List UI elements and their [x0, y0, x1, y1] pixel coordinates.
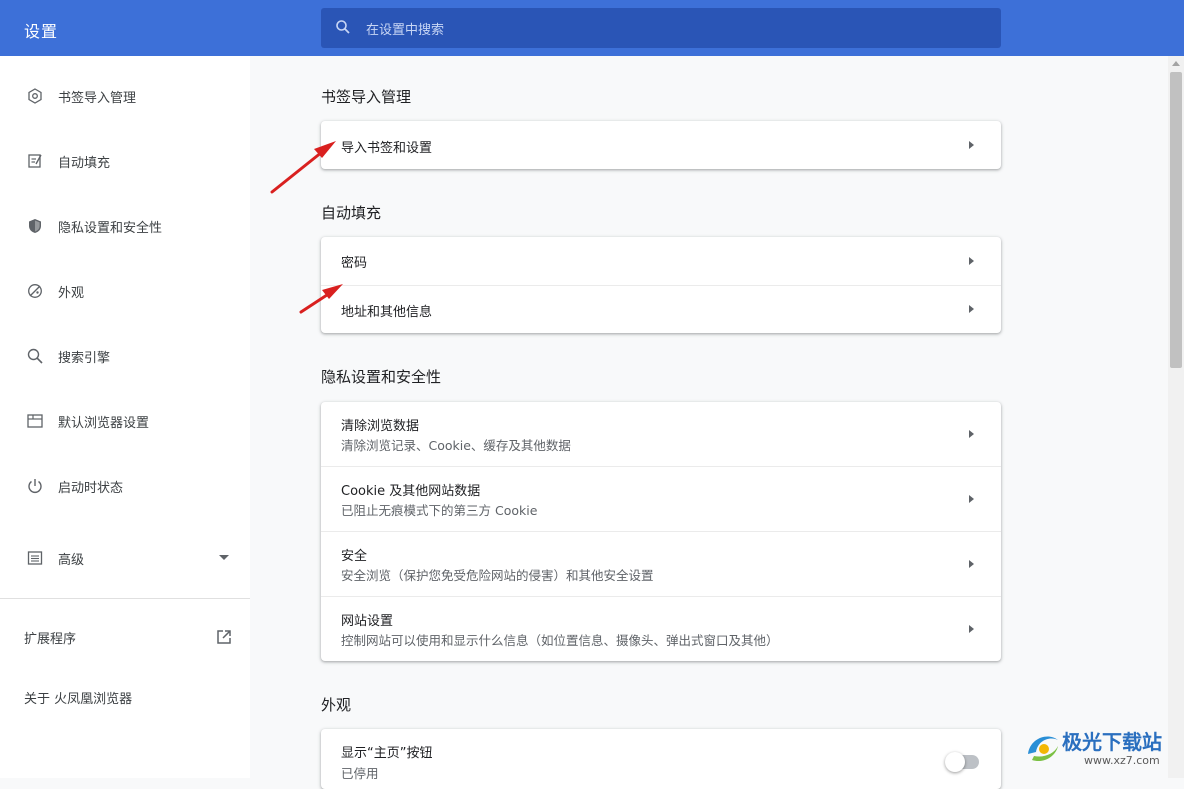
row-title: 清除浏览数据: [341, 419, 420, 434]
open-external-icon[interactable]: [215, 628, 233, 646]
app-header: 设置 在设置中搜索: [0, 0, 1184, 56]
row-security[interactable]: 安全 安全浏览（保护您免受危险网站的侵害）和其他安全设置: [321, 531, 1001, 596]
row-show-home-button[interactable]: 显示“主页”按钮 已停用: [321, 729, 1001, 789]
sidebar-item-label: 搜索引擎: [58, 351, 111, 366]
row-subtitle: 已停用: [341, 766, 379, 781]
shield-icon: [29, 219, 41, 233]
sidebar-item-label: 启动时状态: [58, 481, 124, 496]
search-placeholder: 在设置中搜索: [366, 23, 445, 38]
chevron-right-icon: [969, 495, 974, 503]
palette-icon: [28, 284, 42, 298]
settings-main: 书签导入管理 导入书签和设置 自动填充 密码 地址和其他信息 隐私设置和安全性 …: [250, 56, 1168, 789]
row-title: 密码: [341, 256, 368, 271]
chevron-down-icon[interactable]: [219, 555, 229, 560]
edit-note-icon: [28, 154, 42, 168]
row-passwords[interactable]: 密码: [321, 237, 1001, 285]
chevron-right-icon: [969, 305, 974, 313]
search-input[interactable]: 在设置中搜索: [321, 8, 1001, 48]
sidebar-item-bookmarks[interactable]: 书签导入管理: [0, 76, 250, 116]
watermark-url: www.xz7.com: [1084, 754, 1160, 767]
row-subtitle: 已阻止无痕模式下的第三方 Cookie: [341, 503, 538, 518]
row-subtitle: 控制网站可以使用和显示什么信息（如位置信息、摄像头、弹出式窗口及其他）: [341, 633, 779, 648]
sidebar-item-default-browser[interactable]: 默认浏览器设置: [0, 401, 250, 441]
search-icon: [27, 348, 43, 364]
row-subtitle: 安全浏览（保护您免受危险网站的侵害）和其他安全设置: [341, 568, 654, 583]
sidebar-item-startup[interactable]: 启动时状态: [0, 466, 250, 506]
sidebar-item-privacy[interactable]: 隐私设置和安全性: [0, 206, 250, 246]
row-title: 安全: [341, 549, 368, 564]
card-bookmarks: 导入书签和设置: [321, 121, 1001, 169]
browser-window-icon: [27, 414, 43, 428]
sidebar-item-label: 书签导入管理: [58, 91, 137, 106]
gear-outline-icon: [28, 88, 42, 104]
scrollbar[interactable]: [1168, 56, 1184, 778]
card-privacy: 清除浏览数据 清除浏览记录、Cookie、缓存及其他数据 Cookie 及其他网…: [321, 402, 1001, 661]
sidebar-item-label: 隐私设置和安全性: [58, 221, 163, 236]
row-site-settings[interactable]: 网站设置 控制网站可以使用和显示什么信息（如位置信息、摄像头、弹出式窗口及其他）: [321, 596, 1001, 661]
watermark-text: 极光下载站: [1062, 730, 1162, 754]
sidebar-divider: [0, 598, 250, 599]
chevron-right-icon: [969, 141, 974, 149]
toggle-knob: [945, 752, 965, 772]
scrollbar-thumb[interactable]: [1170, 72, 1182, 368]
home-button-toggle[interactable]: [945, 752, 979, 772]
chevron-right-icon: [969, 625, 974, 633]
sidebar-item-label: 高级: [58, 553, 85, 568]
chevron-right-icon: [969, 257, 974, 265]
row-title: 网站设置: [341, 614, 394, 629]
section-title-privacy: 隐私设置和安全性: [321, 368, 442, 386]
section-title-autofill: 自动填充: [321, 204, 382, 222]
list-icon: [27, 551, 43, 565]
scroll-up-icon[interactable]: [1172, 61, 1180, 66]
sidebar-item-label: 外观: [58, 286, 85, 301]
row-title: 显示“主页”按钮: [341, 746, 433, 761]
row-title: 地址和其他信息: [341, 305, 433, 320]
row-import-bookmarks[interactable]: 导入书签和设置: [321, 121, 1001, 169]
row-subtitle: 清除浏览记录、Cookie、缓存及其他数据: [341, 438, 571, 453]
swirl-logo-icon: [1028, 736, 1058, 762]
chevron-right-icon: [969, 430, 974, 438]
row-cookies[interactable]: Cookie 及其他网站数据 已阻止无痕模式下的第三方 Cookie: [321, 466, 1001, 531]
watermark-logo: 极光下载站 www.xz7.com: [1022, 722, 1178, 772]
extensions-link[interactable]: 扩展程序: [24, 628, 76, 647]
page-title: 设置: [24, 22, 59, 41]
sidebar: 书签导入管理 自动填充 隐私设置和安全性 外观 搜索引擎 默认浏览器设置 启动时…: [0, 56, 250, 778]
row-addresses[interactable]: 地址和其他信息: [321, 285, 1001, 333]
sidebar-item-appearance[interactable]: 外观: [0, 271, 250, 311]
row-title: 导入书签和设置: [341, 141, 433, 156]
section-title-bookmarks: 书签导入管理: [321, 88, 412, 106]
row-clear-browsing-data[interactable]: 清除浏览数据 清除浏览记录、Cookie、缓存及其他数据: [321, 402, 1001, 466]
section-title-appearance: 外观: [321, 696, 352, 714]
card-appearance: 显示“主页”按钮 已停用: [321, 729, 1001, 789]
row-title: Cookie 及其他网站数据: [341, 484, 481, 499]
sidebar-item-autofill[interactable]: 自动填充: [0, 141, 250, 181]
search-icon: [336, 20, 350, 34]
power-icon: [28, 479, 42, 493]
sidebar-item-search-engine[interactable]: 搜索引擎: [0, 336, 250, 376]
sidebar-item-label: 自动填充: [58, 156, 111, 171]
card-autofill: 密码 地址和其他信息: [321, 237, 1001, 333]
sidebar-item-advanced[interactable]: 高级: [0, 538, 250, 578]
sidebar-item-label: 默认浏览器设置: [58, 416, 150, 431]
about-link[interactable]: 关于 火凤凰浏览器: [24, 688, 132, 707]
chevron-right-icon: [969, 560, 974, 568]
